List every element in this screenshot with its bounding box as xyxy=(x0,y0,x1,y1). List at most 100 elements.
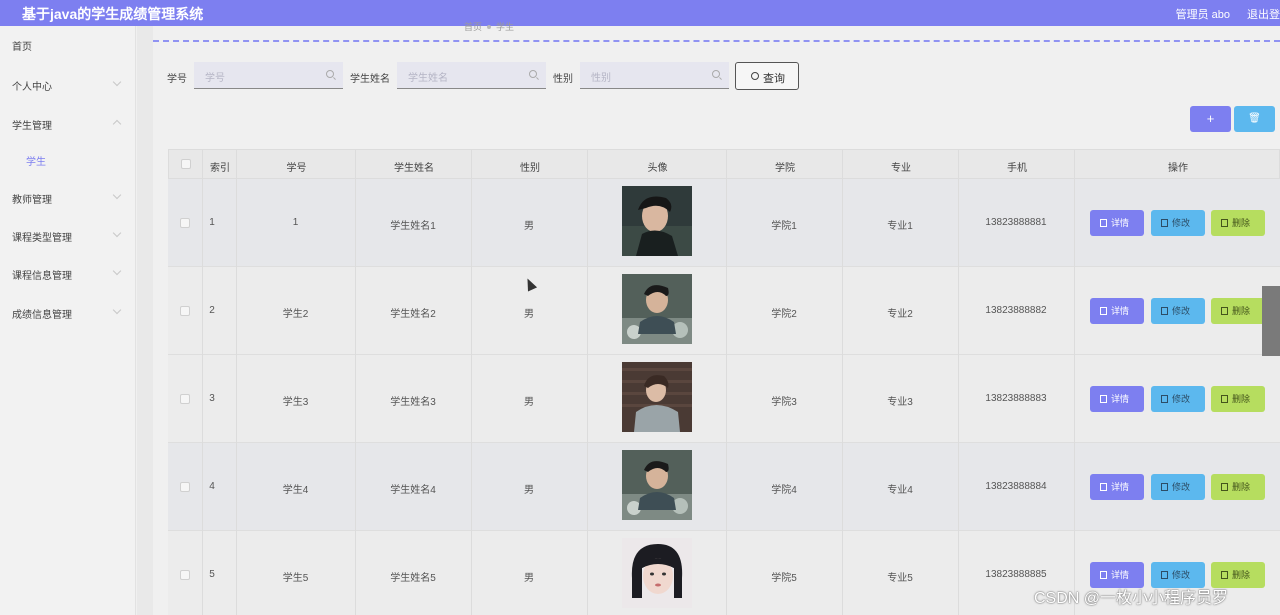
cell-college: 学院3 xyxy=(771,397,797,408)
search-icon xyxy=(751,72,759,80)
select-all-checkbox[interactable] xyxy=(181,159,191,169)
batch-delete-button[interactable]: 🗑 xyxy=(1234,106,1275,132)
cell-student-name: 学生姓名1 xyxy=(390,221,436,232)
logout-link[interactable]: 退出登 xyxy=(1247,6,1280,22)
cell-index: 2 xyxy=(209,305,215,316)
detail-button-label: 详情 xyxy=(1111,570,1130,580)
sidebar-item-home[interactable]: 首页 xyxy=(0,34,136,54)
row-checkbox[interactable] xyxy=(180,218,190,228)
content-gutter xyxy=(137,26,153,615)
edit-button[interactable]: 修改 xyxy=(1151,474,1205,500)
cell-index: 3 xyxy=(209,393,215,404)
breadcrumb-home[interactable]: 首页 xyxy=(464,22,482,32)
sidebar-item-student[interactable]: 学生 xyxy=(0,149,136,169)
avatar xyxy=(622,450,692,520)
header-avatar: 头像 xyxy=(647,163,668,174)
student-id-input[interactable]: 学号 xyxy=(194,62,343,89)
header-student-id: 学号 xyxy=(286,163,307,174)
delete-button-label: 删除 xyxy=(1232,306,1251,316)
delete-button-label: 删除 xyxy=(1232,570,1251,580)
column-divider xyxy=(726,149,727,615)
input-placeholder: 性别 xyxy=(591,73,611,84)
cell-major: 专业1 xyxy=(887,221,913,232)
breadcrumb-current: 学生 xyxy=(496,22,515,32)
header-index: 索引 xyxy=(210,163,230,174)
detail-button-label: 详情 xyxy=(1111,218,1130,228)
delete-button[interactable]: 删除 xyxy=(1211,386,1265,412)
detail-button[interactable]: 详情 xyxy=(1090,210,1144,236)
cell-student-name: 学生姓名3 xyxy=(390,397,436,408)
sidebar-item-teacher-mgmt[interactable]: 教师管理 xyxy=(0,187,136,207)
app-title: 基于java的学生成绩管理系统 xyxy=(22,6,204,22)
delete-button[interactable]: 删除 xyxy=(1211,298,1265,324)
add-button[interactable]: + xyxy=(1190,106,1231,132)
edit-button-label: 修改 xyxy=(1172,570,1191,580)
edit-button-label: 修改 xyxy=(1172,394,1191,404)
scrollbar-thumb[interactable] xyxy=(1262,286,1280,356)
chevron-down-icon xyxy=(112,266,122,276)
header-major: 专业 xyxy=(891,163,911,174)
chevron-down-icon xyxy=(112,305,122,315)
sidebar-item-course-type-mgmt[interactable]: 课程类型管理 xyxy=(0,225,136,245)
detail-button-label: 详情 xyxy=(1111,306,1130,316)
table-header: 索引 学号 学生姓名 性别 头像 学院 专业 手机 操作 xyxy=(168,149,1280,179)
delete-button[interactable]: 删除 xyxy=(1211,210,1265,236)
cell-student-id: 学生3 xyxy=(282,397,309,408)
student-name-input[interactable]: 学生姓名 xyxy=(397,62,546,89)
cell-phone: 13823888881 xyxy=(985,217,1047,228)
sidebar-item-score-mgmt[interactable]: 成绩信息管理 xyxy=(0,302,136,322)
sidebar-item-student-mgmt[interactable]: 学生管理 xyxy=(0,113,136,133)
header-college: 学院 xyxy=(775,163,795,174)
cell-gender: 男 xyxy=(524,309,534,320)
edit-button[interactable]: 修改 xyxy=(1151,210,1205,236)
cell-student-id: 学生4 xyxy=(282,485,309,496)
edit-button[interactable]: 修改 xyxy=(1151,386,1205,412)
pencil-icon xyxy=(1161,219,1168,227)
pencil-icon xyxy=(1161,571,1168,579)
search-icon xyxy=(712,70,720,78)
column-divider xyxy=(202,149,203,615)
gender-input[interactable]: 性别 xyxy=(580,62,729,89)
cell-student-id: 1 xyxy=(292,217,299,228)
document-icon xyxy=(1100,395,1107,403)
cell-college: 学院5 xyxy=(771,573,797,584)
cell-major: 专业3 xyxy=(887,397,913,408)
column-divider xyxy=(587,149,588,615)
column-divider xyxy=(471,149,472,615)
pencil-icon xyxy=(1161,307,1168,315)
sidebar-item-label: 成绩信息管理 xyxy=(12,310,72,321)
delete-button[interactable]: 删除 xyxy=(1211,474,1265,500)
chevron-up-icon xyxy=(112,119,122,129)
row-checkbox[interactable] xyxy=(180,482,190,492)
chevron-down-icon xyxy=(112,77,122,87)
column-divider xyxy=(842,149,843,615)
edit-button-label: 修改 xyxy=(1172,482,1191,492)
current-user: 管理员 abo xyxy=(1175,9,1230,21)
sidebar: 首页 个人中心 学生管理 学生 教师管理 课程类型管理 课程信息管理 成绩信息管… xyxy=(0,26,136,615)
query-button[interactable]: 查询 xyxy=(735,62,799,90)
sidebar-item-label: 教师管理 xyxy=(12,195,52,206)
row-checkbox[interactable] xyxy=(180,306,190,316)
cell-student-name: 学生姓名5 xyxy=(390,573,436,584)
row-checkbox[interactable] xyxy=(180,570,190,580)
delete-button-label: 删除 xyxy=(1232,482,1251,492)
row-checkbox[interactable] xyxy=(180,394,190,404)
chevron-down-icon xyxy=(112,190,122,200)
cell-major: 专业5 xyxy=(887,573,913,584)
cell-student-id: 学生5 xyxy=(282,573,309,584)
delete-button-label: 删除 xyxy=(1232,394,1251,404)
cell-major: 专业4 xyxy=(887,485,913,496)
document-icon xyxy=(1100,307,1107,315)
detail-button[interactable]: 详情 xyxy=(1090,298,1144,324)
detail-button[interactable]: 详情 xyxy=(1090,386,1144,412)
edit-button[interactable]: 修改 xyxy=(1151,298,1205,324)
cell-student-name: 学生姓名4 xyxy=(390,485,436,496)
sidebar-item-course-info-mgmt[interactable]: 课程信息管理 xyxy=(0,263,136,283)
breadcrumb: 首页 学生 xyxy=(464,20,514,33)
watermark: CSDN @一枚小小程序员罗 xyxy=(1034,590,1229,607)
column-divider xyxy=(236,149,237,615)
edit-button-label: 修改 xyxy=(1172,306,1191,316)
sidebar-item-profile[interactable]: 个人中心 xyxy=(0,74,136,94)
detail-button[interactable]: 详情 xyxy=(1090,474,1144,500)
avatar xyxy=(622,362,692,432)
